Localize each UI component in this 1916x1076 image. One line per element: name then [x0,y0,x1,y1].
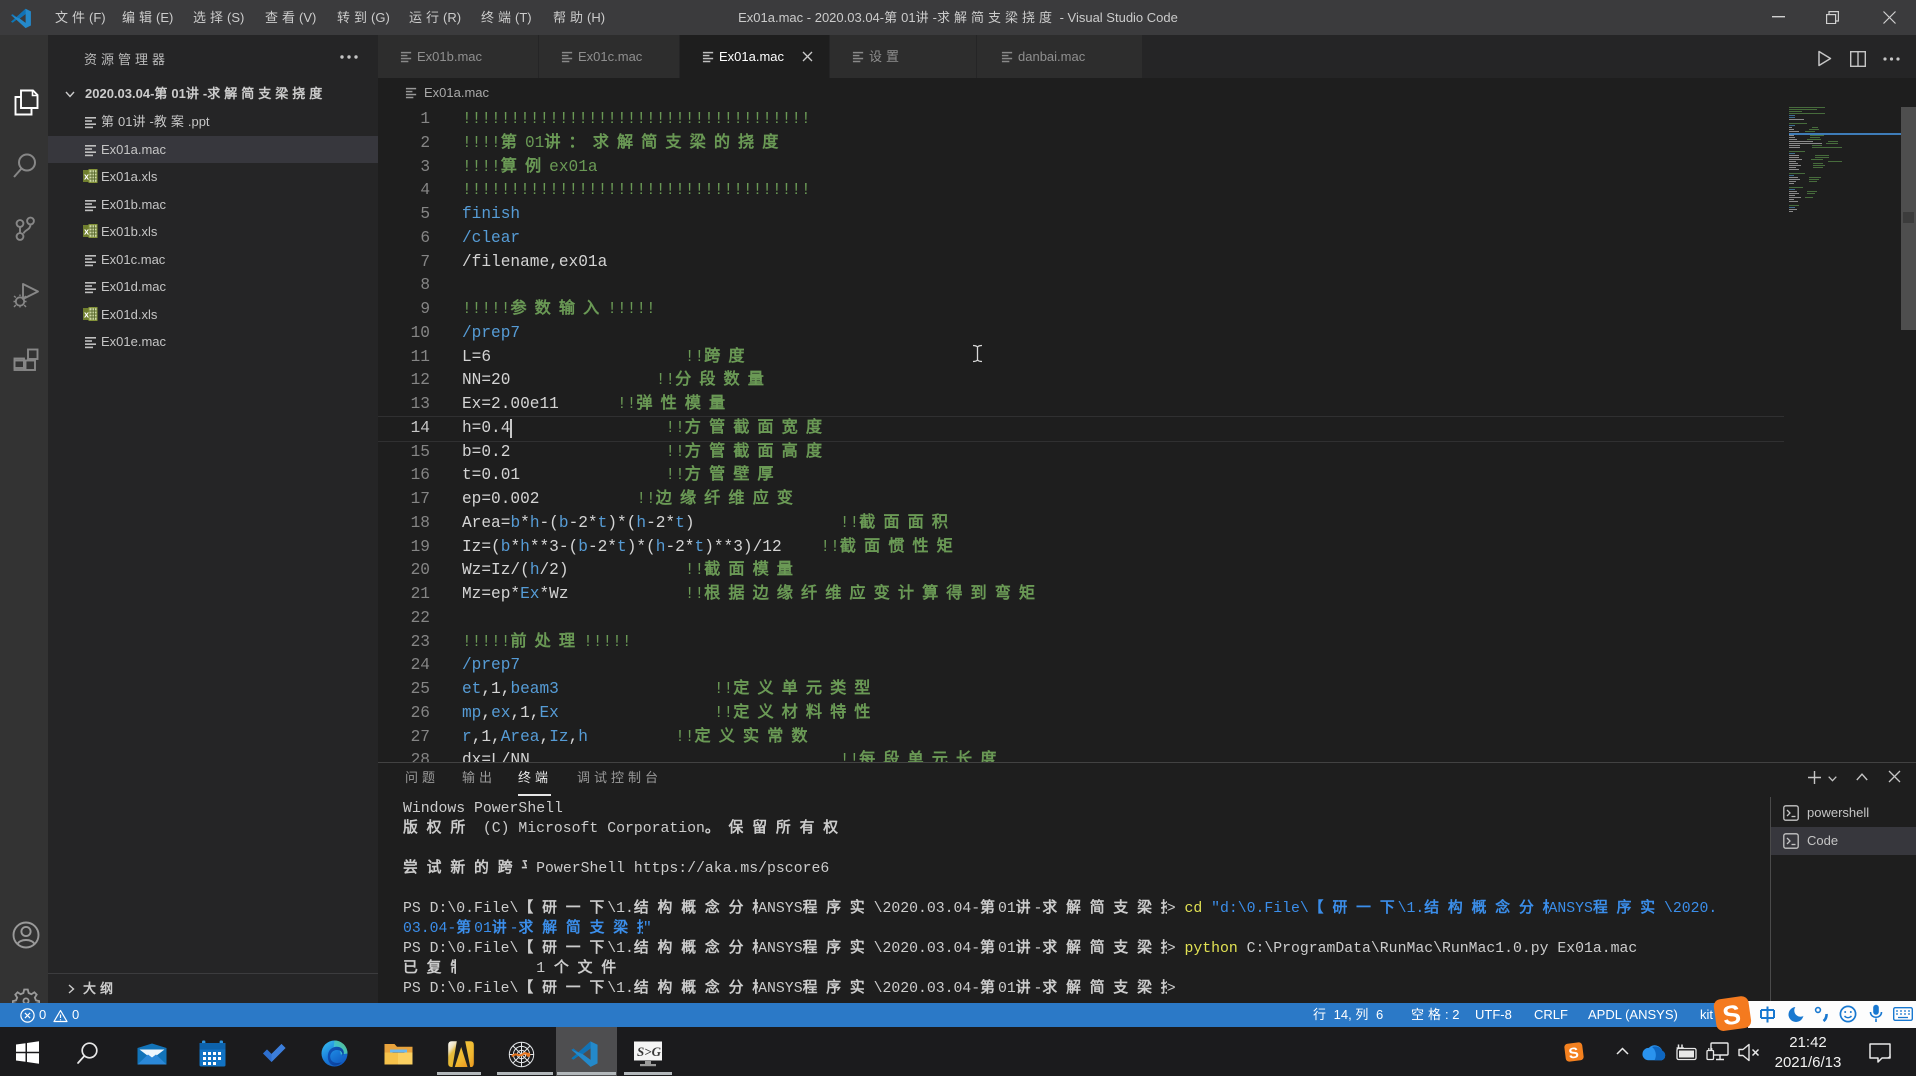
svg-text:x: x [84,172,89,182]
svg-text:x: x [84,227,89,237]
svg-text:S>G: S>G [637,1044,662,1059]
svg-text:S: S [1568,1045,1580,1063]
svg-text:x: x [84,309,89,319]
